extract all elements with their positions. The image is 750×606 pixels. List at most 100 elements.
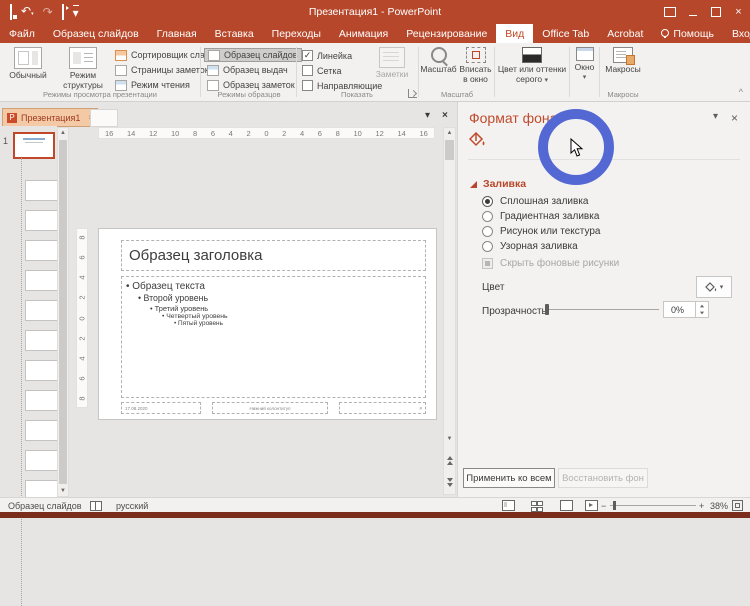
handout-master-button[interactable]: Образец выдач bbox=[204, 63, 291, 77]
hide-background-checkbox[interactable]: Скрыть фоновые рисунки bbox=[482, 258, 619, 269]
color-grayscale-button[interactable]: Цвет или оттенки серого ▾ bbox=[497, 45, 567, 97]
close-button[interactable]: × bbox=[727, 0, 750, 24]
previous-slide-button[interactable] bbox=[444, 455, 455, 466]
fit-slide-to-window-icon[interactable] bbox=[732, 498, 743, 513]
scroll-down-icon[interactable]: ▼ bbox=[444, 434, 455, 444]
window-button[interactable]: Окно ▾ bbox=[571, 45, 598, 97]
layout-thumbnail[interactable] bbox=[25, 300, 60, 321]
footer-placeholder[interactable]: Нижний колонтитул bbox=[212, 402, 328, 414]
solid-fill-radio[interactable]: Сплошная заливка bbox=[482, 196, 588, 207]
scroll-up-icon[interactable]: ▲ bbox=[444, 128, 455, 138]
slide-number-placeholder[interactable]: # bbox=[339, 402, 426, 414]
transparency-value-spinner[interactable]: 0% bbox=[663, 301, 709, 318]
layout-thumbnail[interactable] bbox=[25, 360, 60, 381]
normal-view-status-icon[interactable] bbox=[502, 498, 515, 513]
thumbnail-scrollbar[interactable]: ▲ ▼ bbox=[57, 127, 69, 497]
zoom-in-icon[interactable]: + bbox=[699, 498, 704, 513]
master-slide-thumbnail[interactable] bbox=[13, 132, 55, 159]
body-placeholder[interactable]: Образец текста Второй уровень Третий уро… bbox=[121, 276, 426, 398]
scrollbar-thumb[interactable] bbox=[59, 140, 67, 484]
tab-list-dropdown-icon[interactable]: ▾ bbox=[425, 110, 430, 121]
radio-icon bbox=[482, 226, 493, 237]
slide-sorter-status-icon[interactable] bbox=[531, 498, 542, 513]
tab-transitions[interactable]: Переходы bbox=[263, 24, 330, 43]
pane-close-icon[interactable]: × bbox=[731, 111, 738, 125]
layout-thumbnail[interactable] bbox=[25, 390, 60, 411]
layout-thumbnail[interactable] bbox=[25, 270, 60, 291]
gradient-fill-radio[interactable]: Градиентная заливка bbox=[482, 211, 599, 222]
date-placeholder[interactable]: 17.08.2020 bbox=[121, 402, 201, 414]
layout-thumbnail[interactable] bbox=[25, 210, 60, 231]
powerpoint-icon: P bbox=[7, 113, 17, 123]
tab-insert[interactable]: Вставка bbox=[206, 24, 263, 43]
notes-page-button[interactable]: Страницы заметок bbox=[112, 63, 212, 77]
slide-master-button[interactable]: Образец слайдов bbox=[204, 48, 302, 62]
color-picker-button[interactable]: ▾ bbox=[696, 276, 732, 298]
transparency-slider-track[interactable] bbox=[546, 309, 659, 310]
layout-thumbnail[interactable] bbox=[25, 180, 60, 201]
editor-scrollbar[interactable]: ▲ ▼ bbox=[443, 127, 456, 495]
transparency-slider-handle[interactable] bbox=[545, 304, 549, 315]
layout-thumbnail[interactable] bbox=[25, 450, 60, 471]
tab-file[interactable]: Файл bbox=[0, 24, 44, 43]
scrollbar-thumb[interactable] bbox=[445, 140, 454, 160]
proofing-icon[interactable] bbox=[90, 498, 102, 513]
scroll-down-icon[interactable]: ▼ bbox=[58, 486, 68, 496]
picture-texture-fill-radio[interactable]: Рисунок или текстура bbox=[482, 226, 601, 237]
group-label-master-views: Режимы образцов bbox=[202, 90, 296, 99]
tab-view[interactable]: Вид bbox=[496, 24, 533, 43]
fill-section-header[interactable]: Заливка bbox=[470, 178, 526, 190]
scroll-up-icon[interactable]: ▲ bbox=[58, 128, 68, 138]
layout-thumbnail[interactable] bbox=[25, 420, 60, 441]
pattern-fill-radio[interactable]: Узорная заливка bbox=[482, 241, 578, 252]
tab-close-icon[interactable]: × bbox=[442, 110, 448, 121]
ribbon-display-options-button[interactable] bbox=[658, 0, 681, 24]
reading-view-icon bbox=[115, 80, 127, 91]
tab-acrobat[interactable]: Acrobat bbox=[598, 24, 652, 43]
magnifier-icon bbox=[431, 47, 447, 63]
tab-help[interactable]: Помощь bbox=[652, 24, 723, 43]
apply-to-all-button[interactable]: Применить ко всем bbox=[463, 468, 555, 488]
ruler-checkbox[interactable]: ✓ Линейка bbox=[302, 49, 352, 62]
reading-view-status-icon[interactable] bbox=[560, 498, 573, 513]
group-label-zoom: Масштаб bbox=[420, 90, 494, 99]
title-placeholder[interactable]: Образец заголовка bbox=[121, 240, 426, 271]
layout-thumbnail[interactable] bbox=[25, 330, 60, 351]
ribbon: Обычный Режим структуры Сортировщик слай… bbox=[0, 43, 750, 102]
tab-review[interactable]: Рецензирование bbox=[397, 24, 496, 43]
document-tab-title: Презентация1 bbox=[21, 113, 80, 123]
layout-thumbnail[interactable] bbox=[25, 240, 60, 261]
pane-options-dropdown-icon[interactable]: ▾ bbox=[713, 111, 718, 122]
zoom-level[interactable]: 38% bbox=[710, 498, 728, 513]
fill-bucket-icon[interactable] bbox=[469, 132, 487, 153]
show-dialog-launcher-icon[interactable] bbox=[408, 89, 417, 98]
spinner-arrows[interactable] bbox=[695, 302, 708, 317]
layout-connector-line bbox=[21, 158, 22, 606]
maximize-button[interactable] bbox=[704, 0, 727, 24]
minimize-button[interactable] bbox=[681, 0, 704, 24]
format-background-pane: Формат фона ▾ × Заливка Сплошная заливка… bbox=[457, 102, 750, 497]
gridlines-checkbox[interactable]: Сетка bbox=[302, 64, 341, 77]
language-status[interactable]: русский bbox=[116, 498, 148, 513]
spin-down-icon[interactable] bbox=[700, 312, 704, 315]
window-title: Презентация1 - PowerPoint bbox=[0, 6, 750, 18]
slideshow-status-icon[interactable] bbox=[585, 498, 598, 513]
tab-slide-master[interactable]: Образец слайдов bbox=[44, 24, 148, 43]
tab-animations[interactable]: Анимация bbox=[330, 24, 397, 43]
zoom-slider-handle[interactable] bbox=[613, 501, 616, 510]
checkbox-disabled-icon bbox=[482, 258, 493, 269]
ribbon-tab-bar: Файл Образец слайдов Главная Вставка Пер… bbox=[0, 24, 750, 43]
sign-in-button[interactable]: Вход bbox=[723, 24, 750, 43]
zoom-out-icon[interactable]: − bbox=[601, 498, 606, 513]
reset-background-button[interactable]: Восстановить фон bbox=[558, 468, 648, 488]
document-tab[interactable]: P Презентация1 × bbox=[2, 108, 98, 127]
tab-office-tab[interactable]: Office Tab bbox=[533, 24, 598, 43]
tab-home[interactable]: Главная bbox=[148, 24, 206, 43]
layout-thumbnails bbox=[25, 180, 60, 510]
next-slide-button[interactable] bbox=[444, 477, 455, 488]
new-document-tab[interactable] bbox=[90, 109, 118, 127]
spin-up-icon[interactable] bbox=[700, 304, 704, 307]
zoom-slider-track[interactable] bbox=[610, 505, 696, 506]
view-status-label[interactable]: Образец слайдов bbox=[8, 498, 82, 513]
collapse-ribbon-icon[interactable]: ^ bbox=[739, 87, 743, 97]
